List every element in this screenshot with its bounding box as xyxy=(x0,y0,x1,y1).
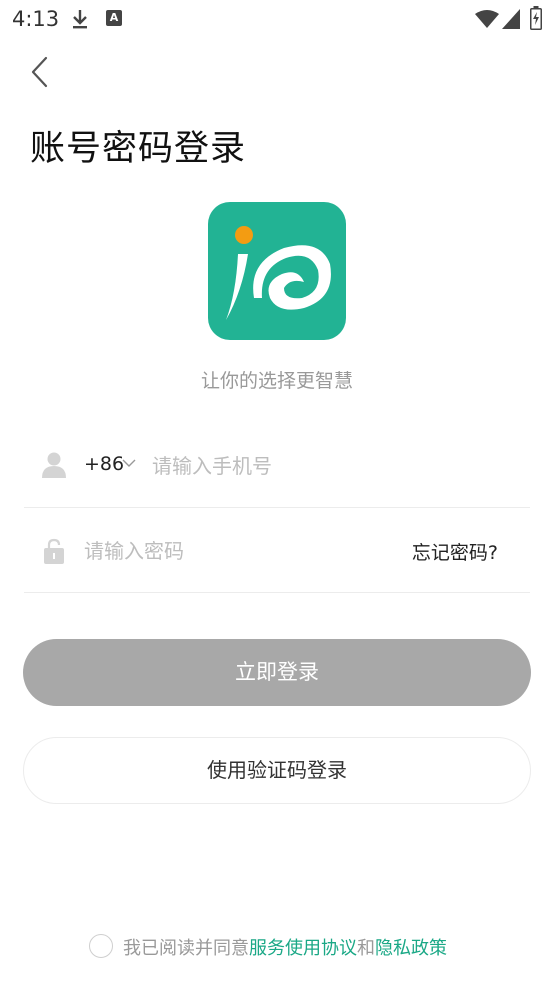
accessibility-icon: A xyxy=(106,10,122,26)
wifi-icon xyxy=(475,10,499,28)
login-button[interactable]: 立即登录 xyxy=(23,639,531,706)
status-bar: 4:13 A xyxy=(0,0,554,38)
privacy-link[interactable]: 隐私政策 xyxy=(375,938,447,959)
agreement-prefix: 我已阅读并同意 xyxy=(123,938,249,959)
battery-icon xyxy=(530,6,542,30)
chevron-down-icon[interactable] xyxy=(122,457,136,469)
back-button[interactable] xyxy=(22,52,58,92)
page-title: 账号密码登录 xyxy=(30,129,247,169)
forgot-password-link[interactable]: 忘记密码? xyxy=(412,538,498,565)
chevron-left-icon xyxy=(31,56,48,88)
signal-icon xyxy=(502,9,520,29)
country-code-selector[interactable]: +86 xyxy=(84,453,124,475)
lock-icon xyxy=(44,538,64,564)
agreement-joiner: 和 xyxy=(357,938,375,959)
phone-row: +86 xyxy=(24,424,530,508)
phone-input[interactable] xyxy=(152,448,482,484)
password-row: 忘记密码? xyxy=(24,509,530,593)
download-icon xyxy=(73,10,87,29)
app-logo xyxy=(208,202,346,340)
password-input[interactable] xyxy=(84,533,384,569)
status-time: 4:13 xyxy=(12,7,60,31)
slogan: 让你的选择更智慧 xyxy=(200,370,353,392)
terms-link[interactable]: 服务使用协议 xyxy=(249,938,357,959)
user-icon xyxy=(42,452,66,478)
login-page: 4:13 A 账号密码登录 让你的选择更智慧 +86 请输入手机号 忘记密码? … xyxy=(0,0,554,984)
agree-checkbox[interactable] xyxy=(89,934,113,958)
logo-mark-icon xyxy=(226,226,331,320)
agreement-text: 我已阅读并同意服务使用协议和隐私政策 xyxy=(123,934,447,960)
agreement: 我已阅读并同意服务使用协议和隐私政策 xyxy=(0,932,554,962)
sms-login-button[interactable]: 使用验证码登录 xyxy=(23,737,531,804)
